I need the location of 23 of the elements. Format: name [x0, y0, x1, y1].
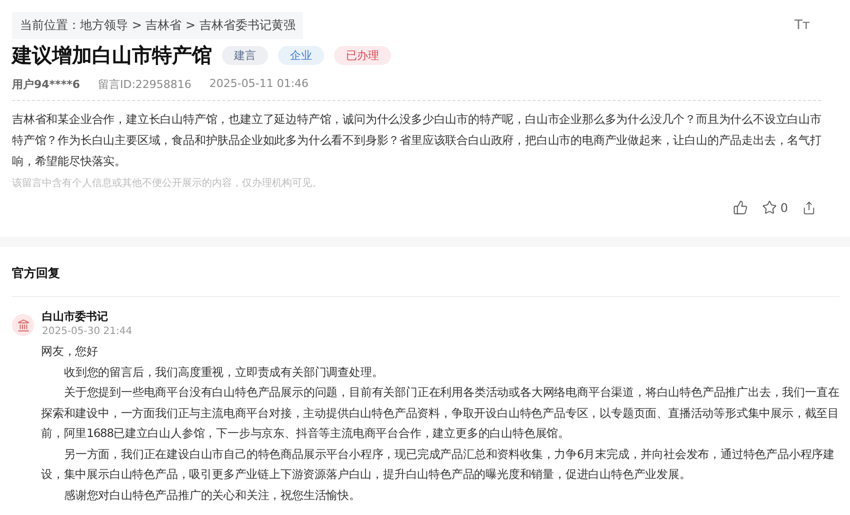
breadcrumb: 当前位置：地方领导 > 吉林省 > 吉林省委书记黄强 — [12, 12, 304, 39]
reply-paragraph: 另一方面，我们正在建设白山市自己的特色商品展示平台小程序，现已完成产品汇总和资料收集，力争6月末完成，并向社会发布，通过特色产品小程序建设，集中展示白山特色产品，吸引更多产业链上下游资源落户白山，提升白山特色产品的曝光度和销量，促进白山特色产业发展。 — [41, 446, 836, 483]
reply-paragraph: 感谢您对白山特色产品推广的关心和关注，祝您生活愉快。 — [63, 486, 362, 504]
reply-paragraph: 收到您的留言后，我们高度重视，立即责成有关部门调查处理。 — [63, 364, 384, 380]
share-button[interactable] — [802, 200, 816, 214]
message-id: 留言ID:22958816 — [98, 77, 192, 92]
tag: 已办理 — [334, 46, 391, 65]
reply-time: 2025-05-30 21:44 — [42, 326, 132, 337]
user-name: 用户94****6 — [12, 77, 80, 92]
author-name: 白山市委书记 — [42, 309, 109, 324]
building-icon — [12, 314, 34, 336]
tag: 企业 — [278, 46, 324, 65]
post-time: 2025-05-11 01:46 — [209, 77, 309, 92]
page-title: 建议增加白山市特产馆 — [12, 42, 212, 69]
tag: 建言 — [222, 46, 268, 65]
message-body: 吉林省和某企业合作，建立长白山特产馆，也建立了延边特产馆，诚问为什么没多少白山市的特产呢，白山市企业那么多为什么没几个？而且为什么不设立白山市特产馆？作为长白山主要区域，食品和护肤品企业如此多为什么看不到身影？省里应该联合白山政府，把白山市的电商产业做起来，让白山的产品走出去，名气打响，希望能尽快落实。 — [12, 111, 822, 170]
greeting: 网友，您好 — [41, 343, 100, 360]
like-button[interactable] — [733, 200, 748, 215]
reply-paragraph: 关于您提到一些电商平台没有白山特色产品展示的问题，目前有关部门正在利用各类活动或各大网络电商平台渠道，将白山特色产品推广出去，我们一直在探索和建设中，一方面我们正与主流电商平台对接，主动提供白山特色产品资料，争取开设白山特色产品专区，以专题页面、直播活动等形式集中展示，截至目前，阿里1688已建立白山人参馆，下一步与京东、抖音等主流电商平台合作，建立更多的白山特色展馆。 — [41, 384, 840, 442]
favorite-button[interactable]: 0 — [762, 200, 788, 215]
font-size-button[interactable]: Tт — [794, 18, 810, 33]
section-heading: 官方回复 — [12, 265, 840, 297]
privacy-notice: 该留言中含有个人信息或其他不便公开展示的内容，仅办理机构可见。 — [12, 176, 323, 190]
